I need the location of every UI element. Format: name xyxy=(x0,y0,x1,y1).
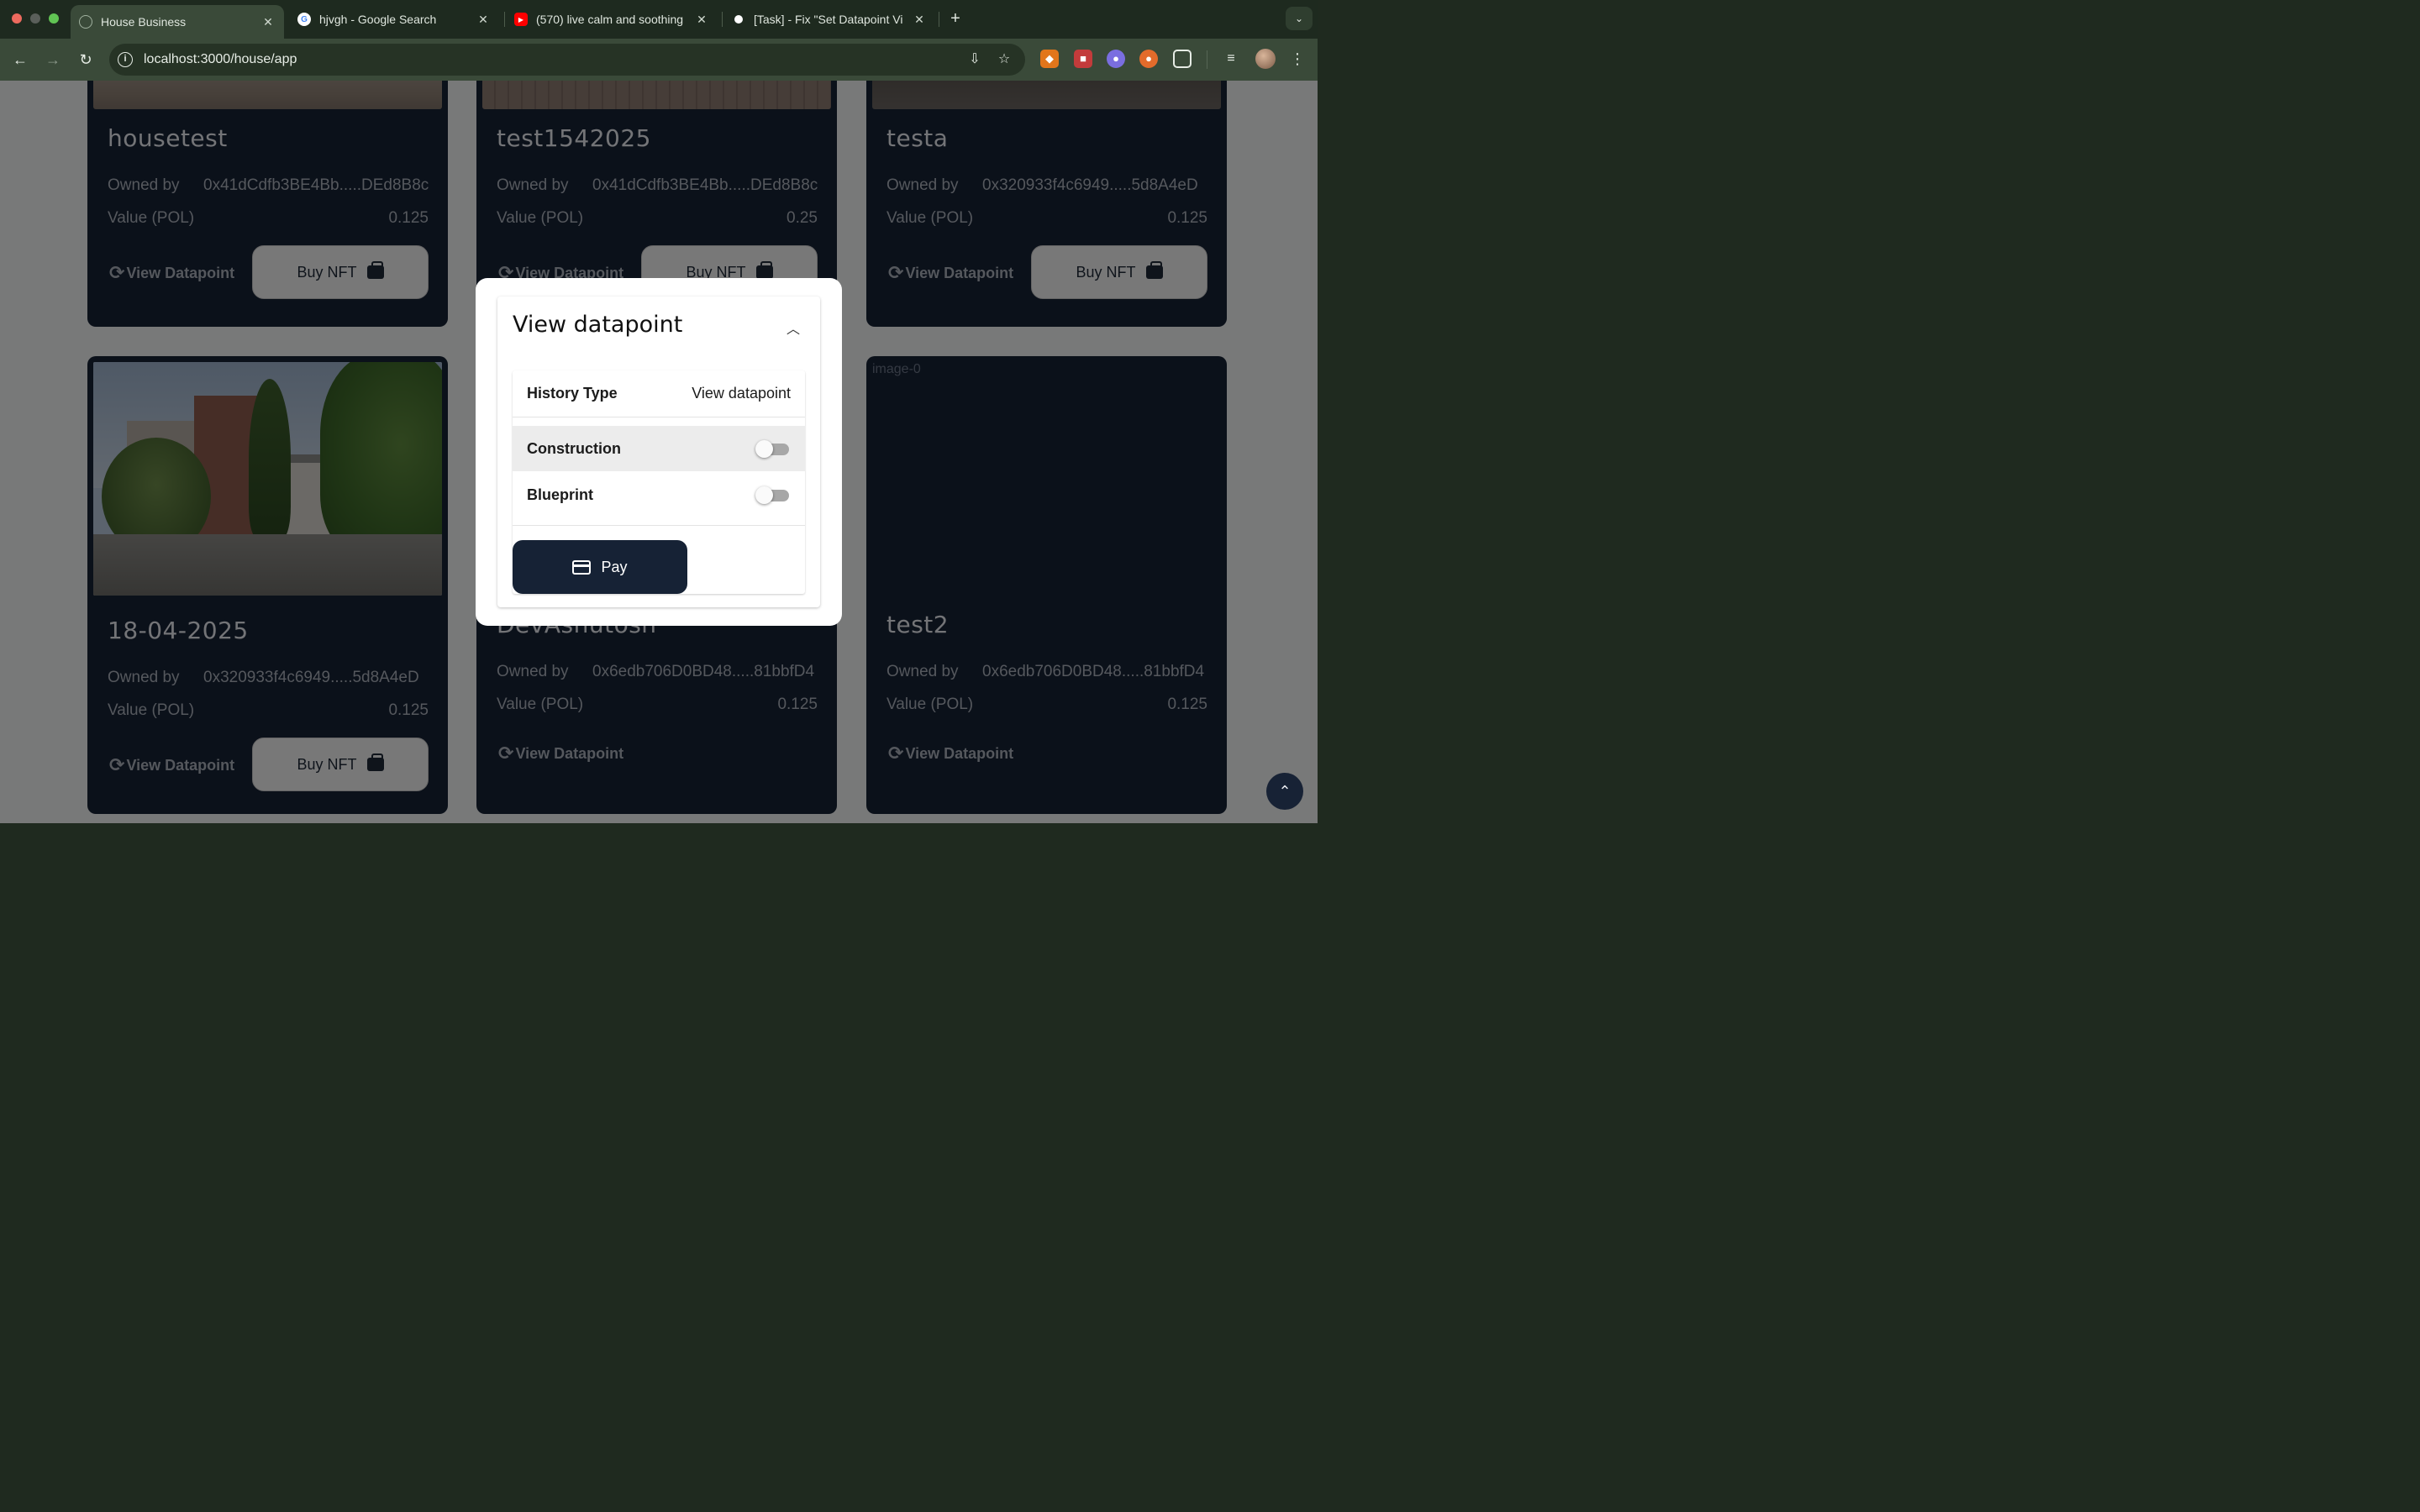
blueprint-toggle[interactable] xyxy=(755,486,791,504)
kebab-menu-icon[interactable]: ⋮ xyxy=(1288,50,1307,68)
google-icon: G xyxy=(297,13,311,26)
profile-avatar[interactable] xyxy=(1255,49,1276,69)
construction-option-row[interactable]: Construction xyxy=(513,426,805,471)
close-tab-icon[interactable]: ✕ xyxy=(260,15,276,29)
construction-toggle[interactable] xyxy=(755,439,791,458)
scroll-to-top-button[interactable]: ⌃ xyxy=(1266,773,1303,810)
modal-title[interactable]: View datapoint xyxy=(513,312,682,338)
browser-toolbar: ← → ↻ i localhost:3000/house/app ⇩ ☆ ◆ ■… xyxy=(0,39,1318,81)
tab-search-menu-button[interactable]: ⌄ xyxy=(1286,7,1313,30)
reload-icon[interactable]: ↻ xyxy=(75,49,97,71)
minimize-window-button[interactable] xyxy=(30,13,40,24)
media-control-icon[interactable]: ≡ xyxy=(1222,50,1240,68)
history-type-label: History Type xyxy=(527,385,618,402)
divider xyxy=(513,525,805,526)
fire-extension-icon[interactable]: ● xyxy=(1139,50,1158,68)
new-tab-button[interactable]: + xyxy=(946,8,965,29)
datapoint-accordion: View datapoint ︿ History Type View datap… xyxy=(497,297,820,607)
close-window-button[interactable] xyxy=(12,13,22,24)
tab-title: [Task] - Fix "Set Datapoint Vi xyxy=(754,13,903,26)
close-tab-icon[interactable]: ✕ xyxy=(912,13,927,27)
construction-label: Construction xyxy=(527,439,621,457)
address-bar[interactable]: i localhost:3000/house/app ⇩ ☆ xyxy=(109,44,1025,76)
datapoint-table: History Type View datapoint Construction… xyxy=(513,370,805,594)
pay-button[interactable]: Pay xyxy=(513,540,687,594)
history-type-row: History Type View datapoint xyxy=(513,370,805,417)
view-datapoint-modal: View datapoint ︿ History Type View datap… xyxy=(476,278,842,626)
tab-youtube[interactable]: ▶ (570) live calm and soothing ✕ xyxy=(506,5,718,34)
history-type-value: View datapoint xyxy=(692,385,791,402)
house-icon xyxy=(79,15,92,29)
close-tab-icon[interactable]: ✕ xyxy=(476,13,491,27)
maximize-window-button[interactable] xyxy=(49,13,59,24)
chevron-up-icon[interactable]: ︿ xyxy=(785,322,802,339)
lock-extension-icon[interactable]: ■ xyxy=(1074,50,1092,68)
blueprint-label: Blueprint xyxy=(527,486,593,503)
blueprint-option-row[interactable]: Blueprint xyxy=(513,472,805,517)
install-app-icon[interactable]: ⇩ xyxy=(966,51,983,68)
metamask-extension-icon[interactable]: ◆ xyxy=(1040,50,1059,68)
tab-github-task[interactable]: [Task] - Fix "Set Datapoint Vi ✕ xyxy=(723,5,935,34)
site-info-icon[interactable]: i xyxy=(118,52,133,67)
tab-title: House Business xyxy=(101,15,187,29)
back-arrow-icon[interactable]: ← xyxy=(9,49,31,71)
tab-google-search[interactable]: G hjvgh - Google Search ✕ xyxy=(289,5,499,34)
puzzle-extensions-icon[interactable] xyxy=(1173,50,1192,68)
tab-title: (570) live calm and soothing xyxy=(536,13,684,26)
tab-title: hjvgh - Google Search xyxy=(319,13,437,26)
close-tab-icon[interactable]: ✕ xyxy=(694,13,709,27)
youtube-icon: ▶ xyxy=(514,13,528,26)
bookmark-star-icon[interactable]: ☆ xyxy=(996,51,1013,68)
page-viewport: housetest Owned by 0x41dCdfb3BE4Bb.....D… xyxy=(0,81,1318,823)
browser-tab-bar: House Business ✕ G hjvgh - Google Search… xyxy=(0,0,1318,39)
tab-separator xyxy=(722,12,723,27)
tab-house-business[interactable]: House Business ✕ xyxy=(71,5,284,39)
ghost-extension-icon[interactable]: ● xyxy=(1107,50,1125,68)
credit-card-icon xyxy=(572,559,592,575)
github-icon xyxy=(732,13,745,26)
tab-separator xyxy=(504,12,505,27)
forward-arrow-icon[interactable]: → xyxy=(42,49,64,71)
url-text[interactable]: localhost:3000/house/app xyxy=(144,52,297,67)
pay-label: Pay xyxy=(601,558,628,575)
